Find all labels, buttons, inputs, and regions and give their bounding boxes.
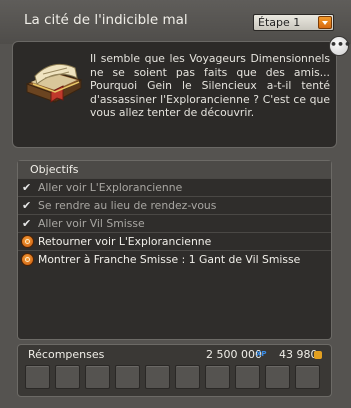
objective-label: Montrer à Franche Smisse : 1 Gant de Vil… [38,253,301,266]
reward-slot[interactable] [85,365,110,389]
quest-target-icon[interactable] [21,253,34,266]
reward-slot[interactable] [205,365,230,389]
check-icon: ✔ [22,199,32,212]
title-bar: La cité de l'indicible mal Étape 1 [0,0,351,44]
chevron-down-icon[interactable] [318,16,332,29]
quest-description-panel: Il semble que les Voyageurs Dimensionnel… [12,41,337,148]
objective-item: ✔ Aller voir Vil Smisse [18,214,331,232]
quest-target-icon[interactable] [21,235,34,248]
reward-slot[interactable] [55,365,80,389]
quest-window: La cité de l'indicible mal Étape 1 Il se… [0,0,351,408]
kamas-icon [314,351,322,359]
objective-item: ✔ Se rendre au lieu de rendez-vous [18,196,331,214]
check-icon: ✔ [22,217,32,230]
objectives-panel: Objectifs ✔ Aller voir L'Explorancienne … [17,160,332,340]
book-scroll-icon [25,63,83,103]
objective-item[interactable]: Retourner voir L'Explorancienne [18,232,331,250]
reward-slot[interactable] [295,365,320,389]
xp-reward-value: 2 500 000 [206,348,262,361]
quest-description-text: Il semble que les Voyageurs Dimensionnel… [90,52,330,120]
objective-label: Se rendre au lieu de rendez-vous [38,199,217,212]
objectives-empty-area [18,268,331,348]
rewards-panel: Récompenses 2 500 000 XP 43 980 [17,344,332,397]
objective-label: Retourner voir L'Explorancienne [38,235,212,248]
xp-icon: XP [256,350,267,358]
reward-slot[interactable] [145,365,170,389]
reward-slot[interactable] [175,365,200,389]
quest-title: La cité de l'indicible mal [24,12,188,28]
objective-label: Aller voir L'Explorancienne [38,181,183,194]
rewards-label: Récompenses [28,348,105,361]
check-icon: ✔ [22,181,32,194]
objectives-header: Objectifs [18,161,331,178]
reward-slot[interactable] [265,365,290,389]
objective-item: ✔ Aller voir L'Explorancienne [18,178,331,196]
objective-label: Aller voir Vil Smisse [38,217,145,230]
reward-slot[interactable] [235,365,260,389]
more-options-button[interactable]: ••• [329,36,351,56]
step-dropdown[interactable]: Étape 1 [253,14,334,31]
reward-slot[interactable] [25,365,50,389]
reward-slot[interactable] [115,365,140,389]
kamas-reward-value: 43 980 [279,348,318,361]
objective-item[interactable]: Montrer à Franche Smisse : 1 Gant de Vil… [18,250,331,268]
step-dropdown-value: Étape 1 [258,16,301,29]
